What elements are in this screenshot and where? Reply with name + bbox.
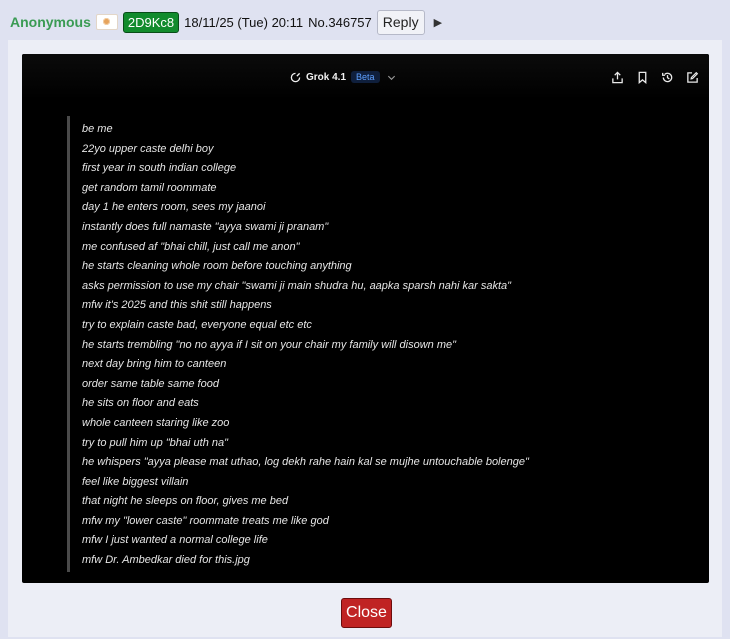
text-line: feel like biggest villain [82, 475, 189, 488]
post-date: 18/11/25 (Tue) 20:11 [184, 14, 304, 30]
poster-name: Anonymous [10, 14, 91, 30]
text-line: he starts trembling "no no ayya if I sit… [82, 338, 456, 351]
grok-topbar: Grok 4.1 Beta [22, 54, 709, 100]
embedded-screenshot: Grok 4.1 Beta be me 22yo upper caste del… [22, 54, 709, 583]
edit-icon[interactable] [686, 71, 699, 84]
text-line: try to explain caste bad, everyone equal… [82, 318, 312, 331]
topbar-tools [611, 71, 699, 84]
text-line: he starts cleaning whole room before tou… [82, 260, 352, 273]
model-name: Grok 4.1 [306, 71, 347, 83]
close-button[interactable]: Close [341, 598, 392, 628]
text-line: first year in south indian college [82, 162, 237, 175]
text-line: day 1 he enters room, sees my jaanoi [82, 201, 266, 214]
text-line: asks permission to use my chair "swami j… [82, 279, 512, 292]
chevron-down-icon[interactable] [387, 73, 396, 82]
text-line: mfw Dr. Ambedkar died for this.jpg [82, 554, 250, 567]
model-selector[interactable]: Grok 4.1 Beta [290, 71, 396, 83]
lotus-flag-icon [95, 14, 118, 30]
text-line: mfw my "lower caste" roommate treats me … [82, 514, 329, 527]
text-line: instantly does full namaste "ayya swami … [82, 220, 329, 233]
text-line: 22yo upper caste delhi boy [82, 142, 214, 155]
post-number[interactable]: No.346757 [308, 15, 372, 30]
text-line: me confused af "bhai chill, just call me… [82, 240, 300, 253]
text-line: that night he sleeps on floor, gives me … [82, 495, 289, 508]
post-menu-arrow-icon[interactable]: ▶ [434, 16, 442, 29]
greentext-lines: be me 22yo upper caste delhi boy first y… [82, 120, 529, 571]
text-line: mfw I just wanted a normal college life [82, 534, 268, 547]
text-line: try to pull him up "bhai uth na" [82, 436, 229, 449]
post-header: Anonymous 2D9Kc8 18/11/25 (Tue) 20:11 No… [10, 9, 442, 35]
poster-id-badge[interactable]: 2D9Kc8 [122, 11, 180, 33]
history-icon[interactable] [661, 71, 674, 84]
text-line: mfw it's 2025 and this shit still happen… [82, 299, 272, 312]
beta-badge: Beta [351, 71, 380, 83]
text-line: get random tamil roommate [82, 181, 217, 194]
model-icon [290, 72, 301, 82]
text-line: whole canteen staring like zoo [82, 416, 230, 429]
text-line: he sits on floor and eats [82, 397, 199, 410]
share-icon[interactable] [611, 71, 624, 84]
text-line: order same table same food [82, 377, 219, 390]
text-line: be me [82, 123, 113, 135]
bookmark-icon[interactable] [636, 71, 649, 84]
text-line: he whispers "ayya please mat uthao, log … [82, 456, 529, 469]
reply-button[interactable]: Reply [376, 9, 425, 35]
text-line: next day bring him to canteen [82, 358, 227, 371]
